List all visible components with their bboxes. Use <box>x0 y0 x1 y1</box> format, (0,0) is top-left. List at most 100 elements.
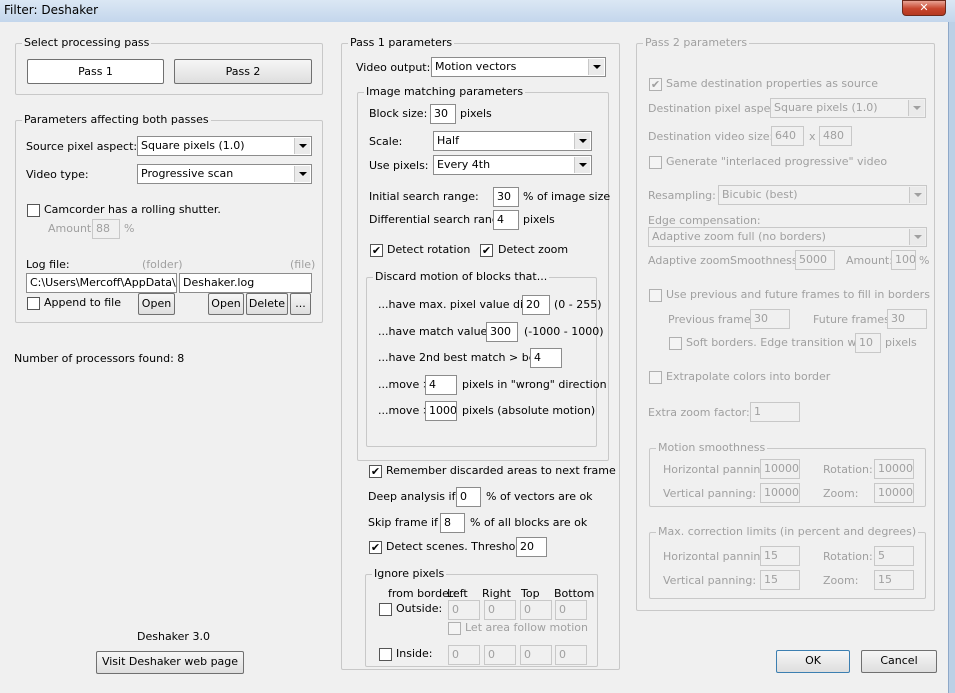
video-output-select[interactable]: Motion vectors <box>431 57 606 77</box>
open-file-button[interactable]: Open <box>208 293 244 315</box>
discard-match-input[interactable]: 300 <box>486 322 518 342</box>
same-destination-label: Same destination properties as source <box>666 77 878 90</box>
ms-vpan-input[interactable]: 10000 <box>760 483 800 503</box>
log-file-input[interactable]: Deshaker.log <box>179 273 312 293</box>
discard-move-abs-unit: pixels (absolute motion) <box>462 404 596 417</box>
video-type-select[interactable]: Progressive scan <box>137 164 312 184</box>
discard-pixel-diff-input[interactable]: 20 <box>522 295 550 315</box>
use-pixels-select[interactable]: Every 4th <box>433 155 592 175</box>
pass2-button[interactable]: Pass 2 <box>174 59 312 84</box>
inside-label: Inside: <box>396 647 433 660</box>
delete-button[interactable]: Delete <box>246 293 288 315</box>
discard-pixel-diff-range: (0 - 255) <box>554 298 602 311</box>
edge-compensation-label: Edge compensation: <box>648 214 761 227</box>
detect-scenes-checkbox[interactable]: ✔ <box>369 541 382 554</box>
outside-right-input[interactable]: 0 <box>484 600 516 620</box>
inside-checkbox[interactable] <box>379 648 392 661</box>
source-pixel-aspect-label: Source pixel aspect: <box>26 140 138 153</box>
extra-zoom-input[interactable]: 1 <box>750 402 800 422</box>
cancel-button[interactable]: Cancel <box>861 650 937 673</box>
dest-size-x: x <box>809 130 816 143</box>
cl-vpan-input[interactable]: 15 <box>760 570 800 590</box>
block-size-input[interactable]: 30 <box>430 104 456 124</box>
close-button[interactable]: ✕ <box>902 0 946 16</box>
chevron-down-icon <box>588 59 604 75</box>
log-folder-input[interactable]: C:\Users\Mercoff\AppData\Lc <box>26 273 177 293</box>
adaptive-zoom-label: Adaptive zoom: <box>648 254 734 267</box>
outside-checkbox[interactable] <box>379 603 392 616</box>
smoothness-input[interactable]: 5000 <box>795 250 835 270</box>
both-passes-label: Parameters affecting both passes <box>22 113 211 126</box>
use-prev-frames-checkbox[interactable] <box>649 289 662 302</box>
inside-left-input[interactable]: 0 <box>448 645 480 665</box>
outside-left-input[interactable]: 0 <box>448 600 480 620</box>
rolling-shutter-checkbox[interactable] <box>27 204 40 217</box>
future-frames-label: Future frames: <box>813 313 894 326</box>
dest-size-label: Destination video size: <box>648 130 774 143</box>
scene-threshold-input[interactable]: 20 <box>516 537 547 557</box>
dest-height-input[interactable]: 480 <box>819 126 852 146</box>
pass1-button[interactable]: Pass 1 <box>27 59 164 84</box>
skip-frame-label: Skip frame if < <box>368 516 451 529</box>
same-destination-checkbox[interactable]: ✔ <box>649 78 662 91</box>
detect-rotation-checkbox[interactable]: ✔ <box>370 244 383 257</box>
cl-hpan-input[interactable]: 15 <box>760 546 800 566</box>
skip-frame-input[interactable]: 8 <box>440 513 465 533</box>
left-header: Left <box>447 587 468 600</box>
interlaced-checkbox[interactable] <box>649 156 662 169</box>
ms-rotation-input[interactable]: 10000 <box>874 459 914 479</box>
adaptive-amount-unit: % <box>919 254 930 267</box>
edge-compensation-select[interactable]: Adaptive zoom full (no borders) <box>648 227 927 247</box>
cl-vpan-label: Vertical panning: <box>663 574 757 587</box>
cl-rotation-input[interactable]: 5 <box>874 546 914 566</box>
ms-zoom-input[interactable]: 10000 <box>874 483 914 503</box>
resampling-select[interactable]: Bicubic (best) <box>718 185 927 205</box>
dest-aspect-select[interactable]: Square pixels (1.0) <box>770 98 926 118</box>
deep-analysis-input[interactable]: 0 <box>456 487 481 507</box>
amount-input[interactable]: 88 <box>92 219 120 239</box>
follow-motion-label: Let area follow motion <box>465 621 588 634</box>
dest-width-input[interactable]: 640 <box>771 126 804 146</box>
visit-web-button[interactable]: Visit Deshaker web page <box>96 651 244 674</box>
cl-zoom-input[interactable]: 15 <box>874 570 914 590</box>
scale-select[interactable]: Half <box>433 131 592 151</box>
rolling-shutter-label: Camcorder has a rolling shutter. <box>44 203 221 216</box>
discard-2nd-best-input[interactable]: 4 <box>530 348 562 368</box>
source-pixel-aspect-value: Square pixels (1.0) <box>141 139 245 152</box>
discard-move-wrong-input[interactable]: 4 <box>425 375 457 395</box>
chevron-down-icon <box>574 133 590 149</box>
outside-label: Outside: <box>396 602 443 615</box>
ms-hpan-input[interactable]: 10000 <box>760 459 800 479</box>
inside-bottom-input[interactable]: 0 <box>555 645 587 665</box>
inside-top-input[interactable]: 0 <box>520 645 552 665</box>
follow-motion-checkbox[interactable] <box>448 622 461 635</box>
discard-group: Discard motion of blocks that... ...have… <box>366 270 607 447</box>
detect-zoom-checkbox[interactable]: ✔ <box>480 244 493 257</box>
cl-rotation-label: Rotation: <box>823 550 873 563</box>
video-type-value: Progressive scan <box>141 167 234 180</box>
discard-move-abs-input[interactable]: 1000 <box>425 401 457 421</box>
prev-frames-input[interactable]: 30 <box>750 309 790 329</box>
future-frames-input[interactable]: 30 <box>887 309 927 329</box>
outside-top-input[interactable]: 0 <box>520 600 552 620</box>
diff-search-input[interactable]: 4 <box>493 210 519 230</box>
soft-borders-input[interactable]: 10 <box>855 333 881 353</box>
browse-button[interactable]: ... <box>290 293 311 315</box>
outside-bottom-input[interactable]: 0 <box>555 600 587 620</box>
source-pixel-aspect-select[interactable]: Square pixels (1.0) <box>137 136 312 156</box>
use-pixels-label: Use pixels: <box>369 159 429 172</box>
inside-right-input[interactable]: 0 <box>484 645 516 665</box>
initial-search-input[interactable]: 30 <box>493 187 519 207</box>
resampling-value: Bicubic (best) <box>722 188 798 201</box>
initial-search-unit: % of image size <box>523 190 611 203</box>
ok-button[interactable]: OK <box>776 650 850 673</box>
remember-discarded-checkbox[interactable]: ✔ <box>369 465 382 478</box>
extrapolate-checkbox[interactable] <box>649 371 662 384</box>
window-title: Filter: Deshaker <box>4 3 99 17</box>
open-folder-button[interactable]: Open <box>138 293 175 315</box>
adaptive-amount-input[interactable]: 100 <box>891 250 916 270</box>
soft-borders-checkbox[interactable] <box>669 337 682 350</box>
chevron-down-icon <box>908 100 924 116</box>
append-checkbox[interactable] <box>27 297 40 310</box>
ignore-pixels-group: Ignore pixels from border: Left Right To… <box>365 567 598 667</box>
